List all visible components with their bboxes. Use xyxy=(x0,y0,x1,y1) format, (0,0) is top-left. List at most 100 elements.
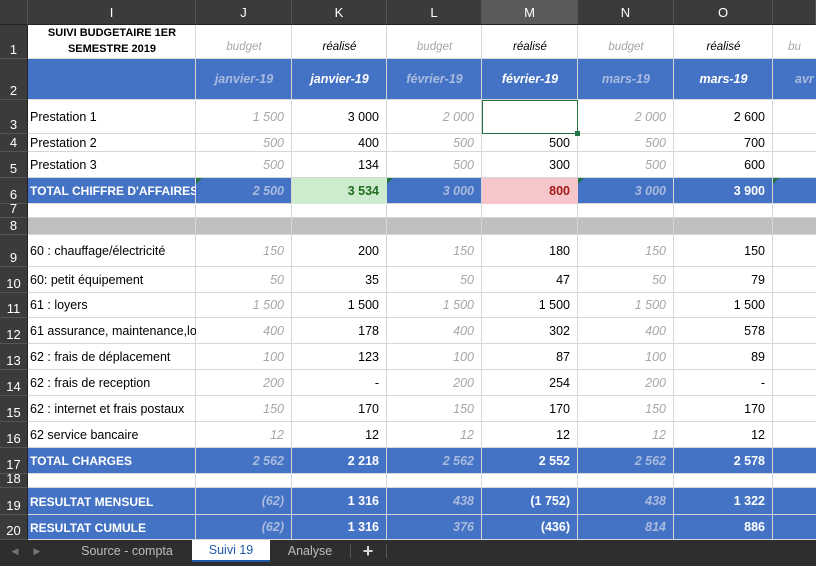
column-header-j[interactable]: J xyxy=(196,0,292,25)
tab-suivi-19[interactable]: Suivi 19 xyxy=(192,540,270,562)
budget-value-cell[interactable]: 3 000 xyxy=(387,178,482,204)
charge-label[interactable]: 62 : internet et frais postaux xyxy=(28,396,196,422)
total-ca-label[interactable]: TOTAL CHIFFRE D'AFFAIRES xyxy=(28,178,196,204)
row-header-19[interactable]: 19 xyxy=(0,488,28,515)
month-header[interactable]: mars-19 xyxy=(674,59,773,100)
realise-value-cell[interactable]: 600 xyxy=(674,152,773,178)
row-header-17[interactable]: 17 xyxy=(0,448,28,474)
column-header-i[interactable]: I xyxy=(28,0,196,25)
column-header-k[interactable]: K xyxy=(292,0,387,25)
realise-value-cell[interactable]: 3 534 xyxy=(292,178,387,204)
budget-value-cell[interactable]: 150 xyxy=(578,396,674,422)
fill-handle[interactable] xyxy=(575,131,580,136)
budget-subheader[interactable]: budget xyxy=(387,39,482,57)
realise-value-cell[interactable]: 12 xyxy=(674,422,773,448)
budget-value-cell[interactable]: 2 562 xyxy=(578,448,674,474)
realise-value-cell[interactable]: 89 xyxy=(674,344,773,370)
row-header-1[interactable]: 1 xyxy=(0,25,28,59)
realise-subheader[interactable]: réalisé xyxy=(292,39,387,57)
budget-value-cell[interactable]: 500 xyxy=(578,152,674,178)
row-header-10[interactable]: 10 xyxy=(0,267,28,293)
realise-value-cell[interactable]: 1 316 xyxy=(292,488,387,515)
charge-label[interactable]: 62 : frais de déplacement xyxy=(28,344,196,370)
charge-label[interactable]: 60 : chauffage/électricité xyxy=(28,235,196,267)
budget-subheader[interactable]: bu xyxy=(773,39,816,57)
month-header[interactable]: février-19 xyxy=(387,59,482,100)
realise-value-cell[interactable]: 2 578 xyxy=(674,448,773,474)
tab-source-compta[interactable]: Source - compta xyxy=(62,540,192,562)
budget-value-cell[interactable]: 500 xyxy=(196,152,292,178)
month-header[interactable]: février-19 xyxy=(482,59,578,100)
realise-value-cell[interactable]: 170 xyxy=(674,396,773,422)
budget-value-cell[interactable]: 2 000 xyxy=(578,100,674,134)
budget-value-cell[interactable]: 100 xyxy=(196,344,292,370)
prestation-label[interactable]: Prestation 2 xyxy=(28,134,196,152)
charge-label[interactable]: 61 assurance, maintenance,lo xyxy=(28,318,196,344)
budget-value-cell[interactable]: 1 500 xyxy=(387,293,482,318)
realise-value-cell[interactable]: 150 xyxy=(674,235,773,267)
realise-value-cell[interactable]: 300 xyxy=(482,152,578,178)
budget-value-cell[interactable]: 50 xyxy=(196,267,292,293)
realise-value-cell[interactable]: 170 xyxy=(292,396,387,422)
realise-value-cell[interactable]: 123 xyxy=(292,344,387,370)
tab-analyse[interactable]: Analyse xyxy=(270,540,350,562)
month-header[interactable]: janvier-19 xyxy=(292,59,387,100)
column-header-o[interactable]: O xyxy=(674,0,773,25)
budget-value-cell[interactable]: 150 xyxy=(387,396,482,422)
column-header-next[interactable] xyxy=(773,0,816,25)
row-header-3[interactable]: 3 xyxy=(0,100,28,134)
charge-label[interactable]: 62 : frais de reception xyxy=(28,370,196,396)
budget-value-cell[interactable]: 400 xyxy=(387,318,482,344)
realise-value-cell[interactable]: 178 xyxy=(292,318,387,344)
realise-value-cell[interactable]: 254 xyxy=(482,370,578,396)
month-header[interactable]: mars-19 xyxy=(578,59,674,100)
budget-value-cell[interactable]: 100 xyxy=(578,344,674,370)
budget-value-cell[interactable]: 2 500 xyxy=(196,178,292,204)
budget-value-cell[interactable]: 400 xyxy=(578,318,674,344)
charge-label[interactable]: 60: petit équipement xyxy=(28,267,196,293)
budget-value-cell[interactable]: 814 xyxy=(578,515,674,540)
realise-value-cell[interactable]: 180 xyxy=(482,235,578,267)
realise-value-cell[interactable]: 578 xyxy=(674,318,773,344)
budget-value-cell[interactable]: 3 000 xyxy=(578,178,674,204)
realise-value-cell[interactable]: 35 xyxy=(292,267,387,293)
budget-value-cell[interactable]: 1 500 xyxy=(578,293,674,318)
prestation-label[interactable]: Prestation 3 xyxy=(28,152,196,178)
realise-value-cell[interactable]: 302 xyxy=(482,318,578,344)
realise-value-cell[interactable]: 800 xyxy=(482,178,578,204)
column-header-m[interactable]: M xyxy=(482,0,578,25)
budget-value-cell[interactable]: 2 562 xyxy=(196,448,292,474)
sheet-title[interactable]: SUIVI BUDGETAIRE 1ER SEMESTRE 2019 xyxy=(28,23,196,61)
row-header-2[interactable]: 2 xyxy=(0,59,28,100)
row-header-8[interactable]: 8 xyxy=(0,218,28,235)
realise-value-cell[interactable]: 134 xyxy=(292,152,387,178)
realise-subheader[interactable]: réalisé xyxy=(674,39,773,57)
row-header-16[interactable]: 16 xyxy=(0,422,28,448)
budget-value-cell[interactable]: 500 xyxy=(196,134,292,152)
realise-value-cell[interactable]: 79 xyxy=(674,267,773,293)
realise-value-cell[interactable]: 2 600 xyxy=(674,100,773,134)
budget-value-cell[interactable]: 150 xyxy=(196,235,292,267)
prestation-label[interactable]: Prestation 1 xyxy=(28,100,196,134)
realise-value-cell[interactable]: 2 218 xyxy=(292,448,387,474)
realise-value-cell[interactable]: 1 500 xyxy=(482,293,578,318)
budget-value-cell[interactable]: 12 xyxy=(196,422,292,448)
budget-value-cell[interactable]: (62) xyxy=(196,515,292,540)
realise-value-cell[interactable]: - xyxy=(674,370,773,396)
budget-value-cell[interactable]: 150 xyxy=(578,235,674,267)
budget-value-cell[interactable]: 1 500 xyxy=(196,293,292,318)
realise-value-cell[interactable]: 12 xyxy=(482,422,578,448)
budget-subheader[interactable]: budget xyxy=(578,39,674,57)
tab-scroll-left-icon[interactable]: ◀ xyxy=(6,540,24,562)
realise-value-cell[interactable]: (1 752) xyxy=(482,488,578,515)
row-header-5[interactable]: 5 xyxy=(0,152,28,178)
budget-value-cell[interactable]: 2 000 xyxy=(387,100,482,134)
budget-value-cell[interactable]: 400 xyxy=(196,318,292,344)
resultat-mensuel-label[interactable]: RESULTAT MENSUEL xyxy=(28,488,196,515)
realise-value-cell[interactable]: - xyxy=(292,370,387,396)
budget-value-cell[interactable]: 500 xyxy=(387,152,482,178)
realise-value-cell[interactable]: 500 xyxy=(482,134,578,152)
realise-value-cell[interactable]: 400 xyxy=(292,134,387,152)
column-header-l[interactable]: L xyxy=(387,0,482,25)
budget-value-cell[interactable]: 200 xyxy=(387,370,482,396)
